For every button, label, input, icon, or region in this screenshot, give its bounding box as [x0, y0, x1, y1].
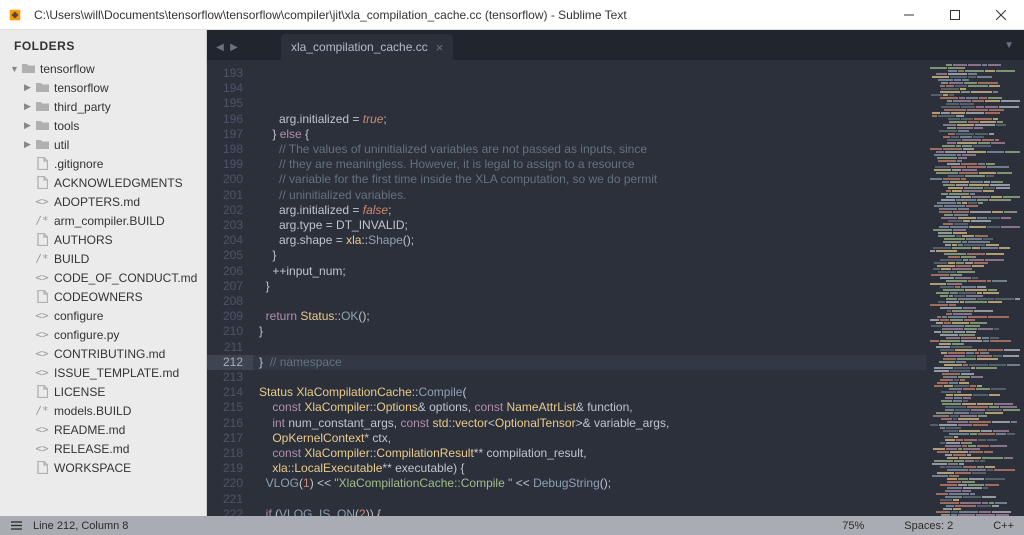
folder-item[interactable]: ▶ util — [0, 135, 206, 154]
file-item[interactable]: CODEOWNERS — [0, 287, 206, 306]
tree-item-label: util — [54, 138, 69, 152]
folder-item[interactable]: ▶ tensorflow — [0, 78, 206, 97]
file-item[interactable]: <> CODE_OF_CONDUCT.md — [0, 268, 206, 287]
tab-prev-icon[interactable]: ◀ — [213, 34, 227, 60]
file-item[interactable]: .gitignore — [0, 154, 206, 173]
tree-item-label: models.BUILD — [54, 404, 131, 418]
file-icon: <> — [34, 309, 50, 322]
tree-item-label: RELEASE.md — [54, 442, 129, 456]
tab-next-icon[interactable]: ▶ — [227, 34, 241, 60]
tree-item-label: third_party — [54, 100, 111, 114]
titlebar[interactable]: C:\Users\will\Documents\tensorflow\tenso… — [0, 0, 1024, 30]
file-item[interactable]: WORKSPACE — [0, 458, 206, 477]
file-item[interactable]: <> RELEASE.md — [0, 439, 206, 458]
file-item[interactable]: AUTHORS — [0, 230, 206, 249]
tree-item-label: tools — [54, 119, 79, 133]
disclosure-arrow-icon: ▶ — [24, 82, 34, 93]
tree-item-label: tensorflow — [54, 81, 109, 95]
tree-item-label: configure.py — [54, 328, 119, 342]
tree-item-label: arm_compiler.BUILD — [54, 214, 165, 228]
file-item[interactable]: <> configure — [0, 306, 206, 325]
tree-item-label: CONTRIBUTING.md — [54, 347, 165, 361]
disclosure-arrow-icon: ▶ — [24, 101, 34, 112]
file-icon — [34, 157, 50, 170]
disclosure-arrow-icon: ▶ — [24, 139, 34, 150]
statusbar: Line 212, Column 8 75% Spaces: 2 C++ — [0, 516, 1024, 535]
file-item[interactable]: <> README.md — [0, 420, 206, 439]
file-item[interactable]: LICENSE — [0, 382, 206, 401]
folder-item[interactable]: ▶ tools — [0, 116, 206, 135]
tree-item-label: README.md — [54, 423, 125, 437]
window-controls — [886, 0, 1024, 30]
indent-setting[interactable]: Spaces: 2 — [904, 520, 953, 532]
file-icon: <> — [34, 366, 50, 379]
file-item[interactable]: /* models.BUILD — [0, 401, 206, 420]
app-icon — [0, 8, 30, 22]
file-item[interactable]: ACKNOWLEDGMENTS — [0, 173, 206, 192]
folder-icon — [34, 82, 50, 93]
folder-tree: ▼ tensorflow ▶ tensorflow ▶ third_party ▶ tools… — [0, 59, 206, 477]
line-gutter: 1931941951961971981992002012022032042052… — [207, 60, 253, 516]
file-icon — [34, 233, 50, 246]
file-icon — [34, 290, 50, 303]
file-icon: <> — [34, 442, 50, 455]
tab-close-icon[interactable]: × — [436, 40, 444, 55]
minimize-button[interactable] — [886, 0, 932, 30]
folder-item[interactable]: ▼ tensorflow — [0, 59, 206, 78]
tab-dropdown-icon[interactable]: ▼ — [994, 40, 1024, 51]
file-icon: <> — [34, 328, 50, 341]
close-button[interactable] — [978, 0, 1024, 30]
maximize-button[interactable] — [932, 0, 978, 30]
syntax-lang[interactable]: C++ — [993, 520, 1014, 532]
tree-item-label: ADOPTERS.md — [54, 195, 140, 209]
tab-bar: ◀ ▶ xla_compilation_cache.cc × ▼ — [207, 30, 1024, 60]
folder-icon — [20, 63, 36, 74]
tree-item-label: .gitignore — [54, 157, 103, 171]
file-item[interactable]: <> ISSUE_TEMPLATE.md — [0, 363, 206, 382]
folder-icon — [34, 120, 50, 131]
file-icon: <> — [34, 423, 50, 436]
file-item[interactable]: <> CONTRIBUTING.md — [0, 344, 206, 363]
tree-item-label: ACKNOWLEDGMENTS — [54, 176, 183, 190]
file-icon: /* — [34, 214, 50, 227]
disclosure-arrow-icon: ▼ — [10, 64, 20, 74]
code-view[interactable]: 1931941951961971981992002012022032042052… — [207, 60, 1024, 516]
minimap[interactable] — [926, 60, 1024, 516]
window-title: C:\Users\will\Documents\tensorflow\tenso… — [30, 8, 886, 22]
tab-label: xla_compilation_cache.cc — [291, 40, 428, 54]
tree-item-label: configure — [54, 309, 103, 323]
tree-item-label: LICENSE — [54, 385, 105, 399]
editor-area: ◀ ▶ xla_compilation_cache.cc × ▼ 1931941… — [207, 30, 1024, 516]
file-icon: /* — [34, 252, 50, 265]
file-icon — [34, 385, 50, 398]
tree-item-label: CODEOWNERS — [54, 290, 143, 304]
sidebar[interactable]: FOLDERS ▼ tensorflow ▶ tensorflow ▶ third_par… — [0, 30, 207, 516]
file-icon — [34, 461, 50, 474]
tree-item-label: AUTHORS — [54, 233, 113, 247]
folder-icon — [34, 139, 50, 150]
menu-icon[interactable] — [10, 519, 23, 532]
file-icon: <> — [34, 347, 50, 360]
scroll-percent[interactable]: 75% — [842, 520, 864, 532]
file-icon: /* — [34, 404, 50, 417]
file-icon: <> — [34, 271, 50, 284]
folder-item[interactable]: ▶ third_party — [0, 97, 206, 116]
folder-icon — [34, 101, 50, 112]
tree-item-label: WORKSPACE — [54, 461, 131, 475]
file-item[interactable]: /* arm_compiler.BUILD — [0, 211, 206, 230]
file-icon: <> — [34, 195, 50, 208]
file-item[interactable]: /* BUILD — [0, 249, 206, 268]
tree-item-label: tensorflow — [40, 62, 95, 76]
tab-active[interactable]: xla_compilation_cache.cc × — [281, 34, 453, 60]
code-content[interactable]: arg.initialized = true; } else { // The … — [253, 60, 926, 516]
folders-header: FOLDERS — [0, 36, 206, 59]
tree-item-label: CODE_OF_CONDUCT.md — [54, 271, 197, 285]
tree-item-label: BUILD — [54, 252, 89, 266]
file-item[interactable]: <> ADOPTERS.md — [0, 192, 206, 211]
cursor-position[interactable]: Line 212, Column 8 — [33, 520, 128, 532]
disclosure-arrow-icon: ▶ — [24, 120, 34, 131]
file-icon — [34, 176, 50, 189]
tree-item-label: ISSUE_TEMPLATE.md — [54, 366, 179, 380]
file-item[interactable]: <> configure.py — [0, 325, 206, 344]
